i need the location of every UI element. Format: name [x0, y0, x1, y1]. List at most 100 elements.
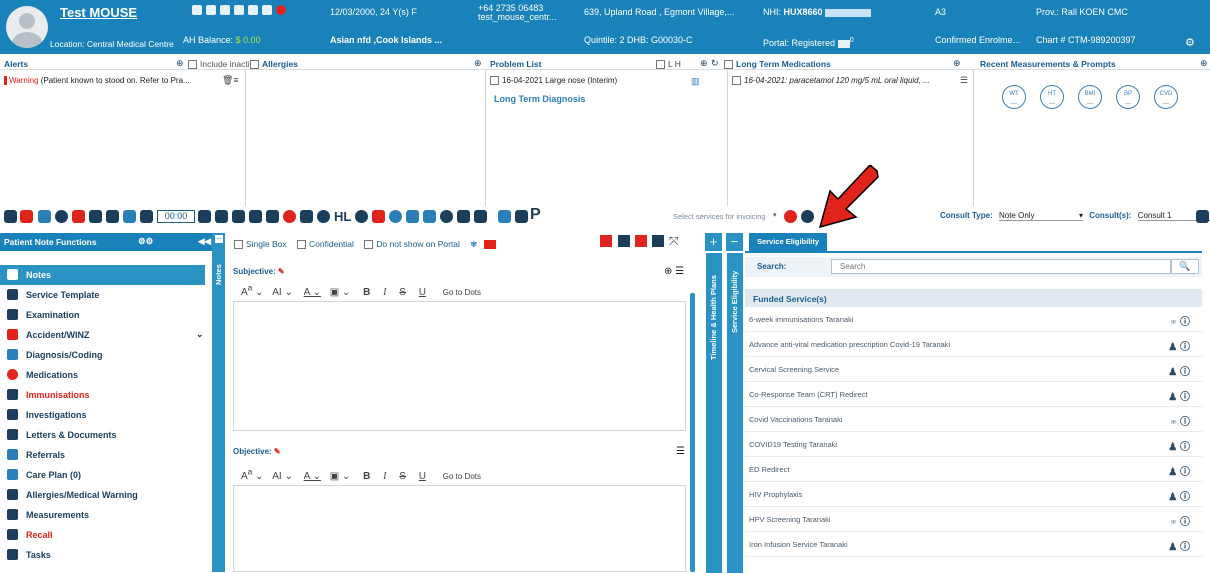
allergies-checkbox[interactable]	[250, 60, 259, 70]
font-case-button[interactable]: AI ⌄	[272, 287, 293, 298]
l-checkbox[interactable]	[656, 60, 665, 70]
editor-scrollbar[interactable]	[690, 293, 695, 572]
screen-icon[interactable]	[72, 210, 85, 223]
lock-icon[interactable]	[248, 5, 258, 15]
service-row[interactable]: COVID19 Testing Taranaki ♟ ⓘ	[745, 432, 1202, 457]
problem-item[interactable]: 16-04-2021 Large nose (Interim)	[490, 76, 617, 86]
nav-letters-documents[interactable]: Letters & Documents	[0, 425, 205, 445]
nav-immunisations[interactable]: Immunisations	[0, 385, 205, 405]
objective-editor[interactable]	[233, 485, 686, 572]
single-box-checkbox[interactable]	[234, 240, 243, 250]
nav-investigations[interactable]: Investigations	[0, 405, 205, 425]
consult-type-select[interactable]: Note Only ▾	[998, 211, 1083, 221]
goto-dots-button[interactable]: Go to Dots	[443, 288, 481, 297]
play-icon[interactable]	[4, 210, 17, 223]
print-red-icon[interactable]	[635, 235, 647, 247]
avatar[interactable]	[6, 6, 48, 48]
immunise-icon[interactable]: ♅ ⓘ	[1170, 413, 1190, 428]
confidential-checkbox[interactable]	[297, 240, 307, 250]
search-icon[interactable]: 🔍	[1171, 259, 1199, 274]
send-icon[interactable]	[474, 210, 487, 223]
service-row[interactable]: ED Redirect ♟ ⓘ	[745, 457, 1202, 482]
person-icon[interactable]: ♟ ⓘ	[1168, 538, 1190, 553]
check-list-icon[interactable]	[600, 235, 612, 247]
medication-item[interactable]: 16-04-2021: paracetamol 120 mg/5 mL oral…	[732, 76, 930, 86]
flower-icon[interactable]: ✾	[470, 239, 477, 249]
highlight-button[interactable]: ▣ ⌄	[330, 287, 351, 298]
service-row[interactable]: Covid Vaccinations Taranaki ♅ ⓘ	[745, 407, 1202, 432]
bmi-circle[interactable]: BMI ---	[1078, 85, 1102, 109]
subjective-editor[interactable]	[233, 301, 686, 431]
p-button[interactable]: P	[530, 206, 541, 224]
add-subjective-icon[interactable]: ⊕ ☰	[664, 266, 684, 277]
problem-flags[interactable]: L H	[656, 59, 681, 70]
compass-icon[interactable]	[440, 210, 453, 223]
medication-item-checkbox[interactable]	[732, 76, 741, 86]
invoice-service-select[interactable]: Select services for invoicing	[673, 212, 766, 221]
italic-button-2[interactable]: I	[383, 471, 386, 482]
mic-icon-2[interactable]: ✎	[274, 447, 281, 456]
service-row[interactable]: HIV Prophylaxis ♟ ⓘ	[745, 482, 1202, 507]
mic-icon[interactable]: ✎	[278, 267, 285, 276]
nav-referrals[interactable]: Referrals	[0, 445, 205, 465]
font-color-button[interactable]: A ⌄	[304, 287, 321, 298]
strike-button-2[interactable]: S	[399, 471, 406, 482]
gms-icon[interactable]	[784, 210, 797, 223]
font-case-button-2[interactable]: AI ⌄	[272, 471, 293, 482]
highlight-button-2[interactable]: ▣ ⌄	[330, 471, 351, 482]
add-prompt-icon[interactable]: ⊕	[1200, 58, 1208, 69]
allergies-title[interactable]: Allergies	[250, 59, 298, 70]
nav-accident-winz[interactable]: Accident/WINZ ⌄	[0, 325, 205, 345]
notes-collapse-button[interactable]: −	[214, 234, 224, 244]
add-alert-icon[interactable]: ⊕	[176, 58, 184, 69]
edit-note-icon[interactable]	[38, 210, 51, 223]
settings-gear-icon[interactable]: ⚙	[1185, 36, 1195, 49]
goto-dots-button-2[interactable]: Go to Dots	[443, 472, 481, 481]
patient-name[interactable]: Test MOUSE	[60, 5, 137, 20]
problem-item-checkbox[interactable]	[490, 76, 499, 86]
pen-icon[interactable]	[106, 210, 119, 223]
add-problem-icon[interactable]: ⊕	[474, 58, 482, 69]
refresh-icon[interactable]: ↻	[711, 58, 719, 69]
service-row[interactable]: HPV Screening Taranaki ♅ ⓘ	[745, 507, 1202, 532]
font-size-button-2[interactable]: Aa ⌄	[241, 467, 263, 482]
globe-icon[interactable]	[55, 210, 68, 223]
person-bag-icon[interactable]	[457, 210, 470, 223]
nav-medications[interactable]: Medications	[0, 365, 205, 385]
add-medication-icon[interactable]: ⊕	[700, 58, 708, 69]
sun-icon[interactable]	[372, 210, 385, 223]
document-icon[interactable]	[215, 210, 228, 223]
portal-checkbox[interactable]	[364, 240, 374, 250]
nav-allergies-warning[interactable]: Allergies/Medical Warning	[0, 485, 205, 505]
long-term-meds-title[interactable]: Long Term Medications	[724, 59, 831, 70]
left-settings-icon[interactable]: ⚙⚙	[138, 236, 153, 247]
delete-alert-icon[interactable]: 🗑≡	[222, 75, 239, 86]
add-measurement-icon[interactable]: ⊕	[953, 58, 961, 69]
person-icon[interactable]: ♟ ⓘ	[1168, 363, 1190, 378]
search-input[interactable]	[831, 259, 1171, 274]
edit-icon[interactable]	[192, 5, 202, 15]
nav-examination[interactable]: Examination	[0, 305, 205, 325]
service-row[interactable]: Iron Infusion Service Taranaki ♟ ⓘ	[745, 532, 1202, 557]
objective-list-icon[interactable]: ☰	[676, 446, 685, 457]
calendar-icon[interactable]	[232, 210, 245, 223]
patient-phone[interactable]: +64 2735 06483 test_mouse_centr...	[478, 4, 557, 22]
nav-service-template[interactable]: Service Template	[0, 285, 205, 305]
immunise-icon[interactable]: ♅ ⓘ	[1170, 513, 1190, 528]
expand-icon[interactable]: ⤧	[669, 234, 679, 249]
medication-list-icon[interactable]: ☰	[960, 75, 968, 86]
italic-button[interactable]: I	[383, 287, 386, 298]
strike-button[interactable]: S	[399, 287, 406, 298]
photo-icon[interactable]	[140, 210, 153, 223]
person-icon[interactable]: ♟ ⓘ	[1168, 463, 1190, 478]
mail-icon[interactable]	[266, 210, 279, 223]
record-icon[interactable]	[283, 210, 296, 223]
include-inactive[interactable]: Include inactive	[188, 59, 259, 70]
dial-icon[interactable]	[389, 210, 402, 223]
eyedropper-icon[interactable]	[300, 210, 313, 223]
problem-chart-icon[interactable]: ▥	[691, 76, 700, 87]
long-term-diagnosis[interactable]: Long Term Diagnosis	[494, 94, 585, 104]
alert-dot-icon[interactable]	[276, 5, 286, 15]
print-icon[interactable]	[618, 235, 630, 247]
shield-icon[interactable]	[234, 5, 244, 15]
